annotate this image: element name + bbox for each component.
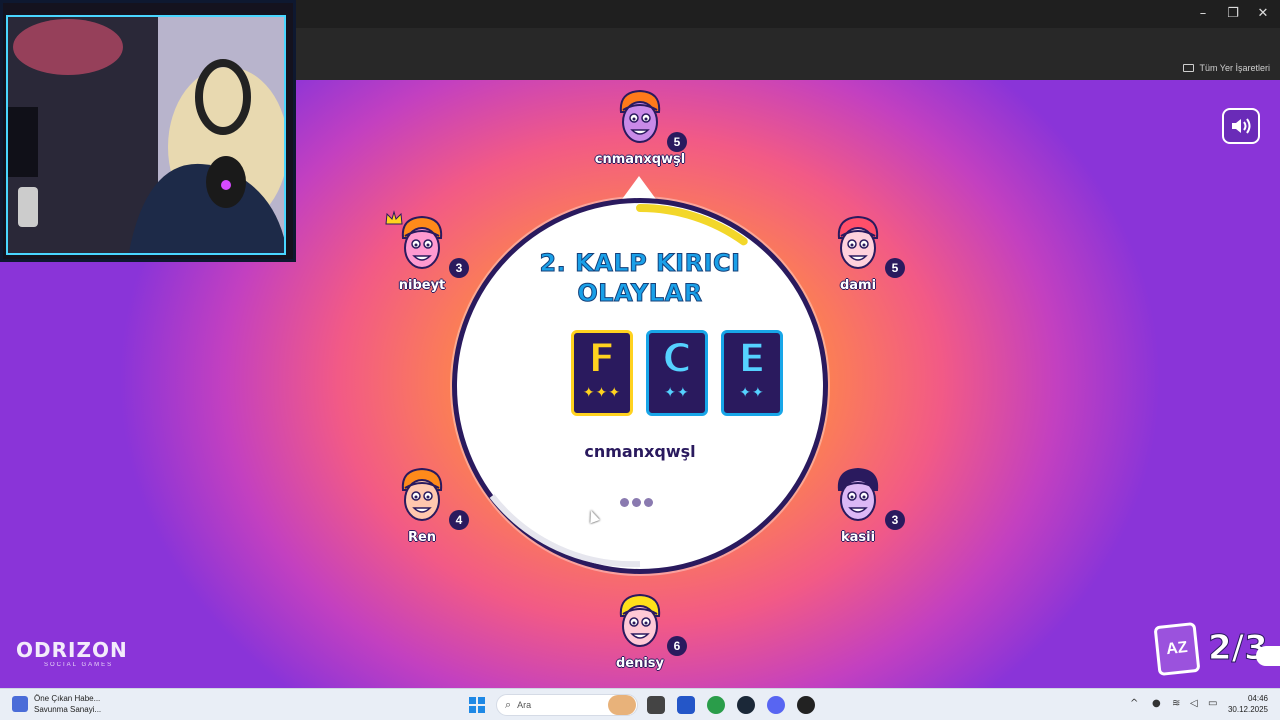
letter-card-f[interactable]: F ✦✦✦ bbox=[571, 330, 633, 416]
news-headline-2: Savunma Sanayi... bbox=[34, 705, 102, 714]
card-stars: ✦✦ bbox=[739, 385, 765, 401]
player-name: dami bbox=[839, 278, 877, 294]
clock-time: 04:46 bbox=[1247, 694, 1268, 703]
player-avatar bbox=[619, 89, 661, 143]
speaker-icon bbox=[1232, 118, 1251, 134]
webcam-overlay bbox=[0, 0, 296, 262]
player-dami: 5 dami bbox=[808, 214, 908, 314]
clock[interactable]: 04:46 30.12.2025 bbox=[1228, 693, 1268, 715]
windows-start-icon[interactable] bbox=[469, 697, 485, 713]
player-denisy: 6 denisy bbox=[590, 592, 690, 688]
player-kasii: 3 kasii bbox=[808, 466, 908, 566]
windows-taskbar: Öne Çıkan Habe... Savunma Sanayi... ⌕ Ar… bbox=[0, 688, 1280, 720]
player-name: nibeyt bbox=[398, 278, 446, 294]
player-name: denisy bbox=[615, 656, 665, 672]
player-avatar bbox=[837, 467, 879, 521]
task-view-icon[interactable] bbox=[647, 696, 665, 714]
player-cnmanxqwsl: 5 cnmanxqwşl bbox=[590, 88, 690, 188]
player-score: 5 bbox=[667, 132, 687, 152]
round-title: 2. KALP KIRICI OLAYLAR bbox=[500, 248, 780, 308]
player-avatar bbox=[837, 215, 879, 269]
chevron-up-icon[interactable]: ^ bbox=[1130, 698, 1138, 709]
search-icon: ⌕ bbox=[505, 698, 512, 711]
battery-icon[interactable]: ▭ bbox=[1208, 698, 1217, 709]
brand-logo: ODRIZON SOCIAL GAMES bbox=[16, 638, 128, 668]
az-progress-icon: AZ bbox=[1153, 621, 1201, 677]
player-score: 3 bbox=[885, 510, 905, 530]
all-bookmarks-button[interactable]: Tüm Yer İşaretleri bbox=[1183, 60, 1270, 76]
mic-icon[interactable]: ● bbox=[1152, 698, 1161, 709]
all-bookmarks-label: Tüm Yer İşaretleri bbox=[1199, 63, 1270, 73]
typing-indicator bbox=[620, 498, 653, 507]
steam-icon[interactable] bbox=[737, 696, 755, 714]
player-nibeyt: 3 nibeyt bbox=[372, 210, 472, 314]
letter-card-e[interactable]: E ✦✦ bbox=[721, 330, 783, 416]
side-tab[interactable] bbox=[1256, 646, 1280, 666]
app-icon[interactable] bbox=[797, 696, 815, 714]
player-name: kasii bbox=[840, 530, 876, 546]
card-letter: C bbox=[661, 335, 692, 383]
player-name: Ren bbox=[407, 530, 437, 546]
round-title-line-1: 2. KALP KIRICI bbox=[539, 249, 741, 278]
webcam-image bbox=[8, 17, 284, 253]
search-placeholder: Ara bbox=[517, 700, 532, 710]
player-avatar bbox=[619, 593, 661, 647]
crown-icon bbox=[385, 210, 403, 225]
volume-icon[interactable]: ◁ bbox=[1190, 698, 1198, 709]
wifi-icon[interactable]: ≋ bbox=[1172, 698, 1180, 709]
player-score: 6 bbox=[667, 636, 687, 656]
news-icon bbox=[12, 696, 28, 712]
letter-card-c[interactable]: C ✦✦ bbox=[646, 330, 708, 416]
news-widget[interactable]: Öne Çıkan Habe... Savunma Sanayi... bbox=[12, 693, 101, 715]
minimize-icon[interactable]: – bbox=[1188, 4, 1218, 24]
card-stars: ✦✦✦ bbox=[582, 385, 622, 401]
chrome-icon[interactable] bbox=[707, 696, 725, 714]
webcam-feed bbox=[6, 15, 286, 255]
logo-main: ODRIZON bbox=[16, 638, 128, 662]
card-letter: F bbox=[587, 335, 616, 383]
widget-food-icon[interactable] bbox=[608, 695, 636, 715]
player-score: 3 bbox=[449, 258, 469, 278]
folder-icon bbox=[1183, 64, 1195, 72]
player-ren: 4 Ren bbox=[372, 466, 472, 566]
sound-button[interactable] bbox=[1222, 108, 1260, 144]
restore-icon[interactable]: ❐ bbox=[1218, 4, 1248, 24]
logo-sub: SOCIAL GAMES bbox=[44, 662, 114, 668]
store-icon[interactable] bbox=[677, 696, 695, 714]
player-avatar bbox=[401, 215, 443, 269]
player-name: cnmanxqwşl bbox=[594, 152, 686, 168]
current-player-name: cnmanxqwşl bbox=[584, 442, 696, 461]
news-headline-1: Öne Çıkan Habe... bbox=[34, 694, 101, 703]
round-title-line-2: OLAYLAR bbox=[577, 279, 703, 308]
player-score: 5 bbox=[885, 258, 905, 278]
player-score: 4 bbox=[449, 510, 469, 530]
player-avatar bbox=[401, 467, 443, 521]
card-letter: E bbox=[737, 335, 766, 383]
close-icon[interactable]: ✕ bbox=[1248, 4, 1278, 24]
clock-date: 30.12.2025 bbox=[1227, 705, 1268, 714]
card-stars: ✦✦ bbox=[664, 385, 690, 401]
discord-icon[interactable] bbox=[767, 696, 785, 714]
